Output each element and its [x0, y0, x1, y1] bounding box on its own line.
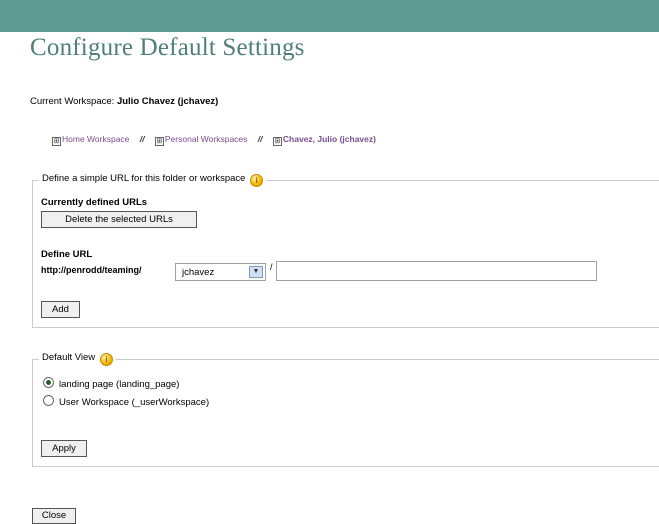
breadcrumb: ⊞ Home Workspace // ⊞ Personal Workspaces … — [52, 134, 376, 146]
radio-button[interactable] — [43, 377, 54, 388]
url-name-input[interactable] — [276, 261, 597, 281]
define-url-label: Define URL — [41, 249, 93, 260]
close-button[interactable]: Close — [32, 508, 76, 524]
apply-button[interactable]: Apply — [41, 440, 87, 457]
add-button[interactable]: Add — [41, 301, 80, 318]
url-legend: Define a simple URL for this folder or w… — [39, 173, 267, 187]
radio-label: User Workspace (_userWorkspace) — [59, 397, 210, 408]
url-prefix-select[interactable]: jchavez ▼ — [175, 263, 266, 281]
info-icon[interactable]: i — [250, 174, 264, 187]
expand-icon[interactable]: ⊞ — [154, 137, 164, 146]
currently-defined-label: Currently defined URLs — [41, 197, 148, 208]
default-view-legend-text: Default View — [42, 352, 96, 363]
radio-option-landing-page[interactable]: landing page (landing_page) — [43, 377, 179, 390]
url-legend-text: Define a simple URL for this folder or w… — [42, 173, 246, 184]
current-workspace: Current Workspace: Julio Chavez (jchavez… — [30, 96, 218, 107]
radio-button[interactable] — [43, 395, 54, 406]
default-view-legend: Default View i — [39, 352, 116, 366]
delete-selected-urls-button[interactable]: Delete the selected URLs — [41, 211, 197, 228]
top-banner — [0, 0, 659, 32]
chevron-down-icon[interactable]: ▼ — [249, 266, 263, 278]
breadcrumb-separator: // — [257, 134, 263, 144]
breadcrumb-home-workspace[interactable]: Home Workspace — [62, 134, 129, 144]
workspace-name: Julio Chavez (jchavez) — [116, 96, 219, 107]
expand-icon[interactable]: ⊞ — [52, 137, 61, 146]
breadcrumb-current-workspace[interactable]: Chavez, Julio (jchavez) — [283, 134, 376, 144]
info-icon[interactable]: i — [99, 353, 113, 366]
breadcrumb-separator: // — [139, 134, 145, 144]
url-prefix-select-value: jchavez — [182, 267, 215, 278]
breadcrumb-personal-workspaces[interactable]: Personal Workspaces — [165, 134, 248, 144]
page-title: Configure Default Settings — [30, 34, 305, 61]
url-slash: / — [270, 262, 273, 272]
default-view-fieldset: Default View i landing page (landing_pag… — [32, 352, 659, 467]
url-fieldset: Define a simple URL for this folder or w… — [32, 173, 659, 328]
expand-icon[interactable]: ⊞ — [272, 137, 282, 146]
radio-label: landing page (landing_page) — [59, 379, 180, 390]
base-url-text: http://penrodd/teaming/ — [41, 265, 142, 275]
workspace-label: Current Workspace: — [30, 96, 115, 107]
radio-option-user-workspace[interactable]: User Workspace (_userWorkspace) — [43, 395, 209, 408]
